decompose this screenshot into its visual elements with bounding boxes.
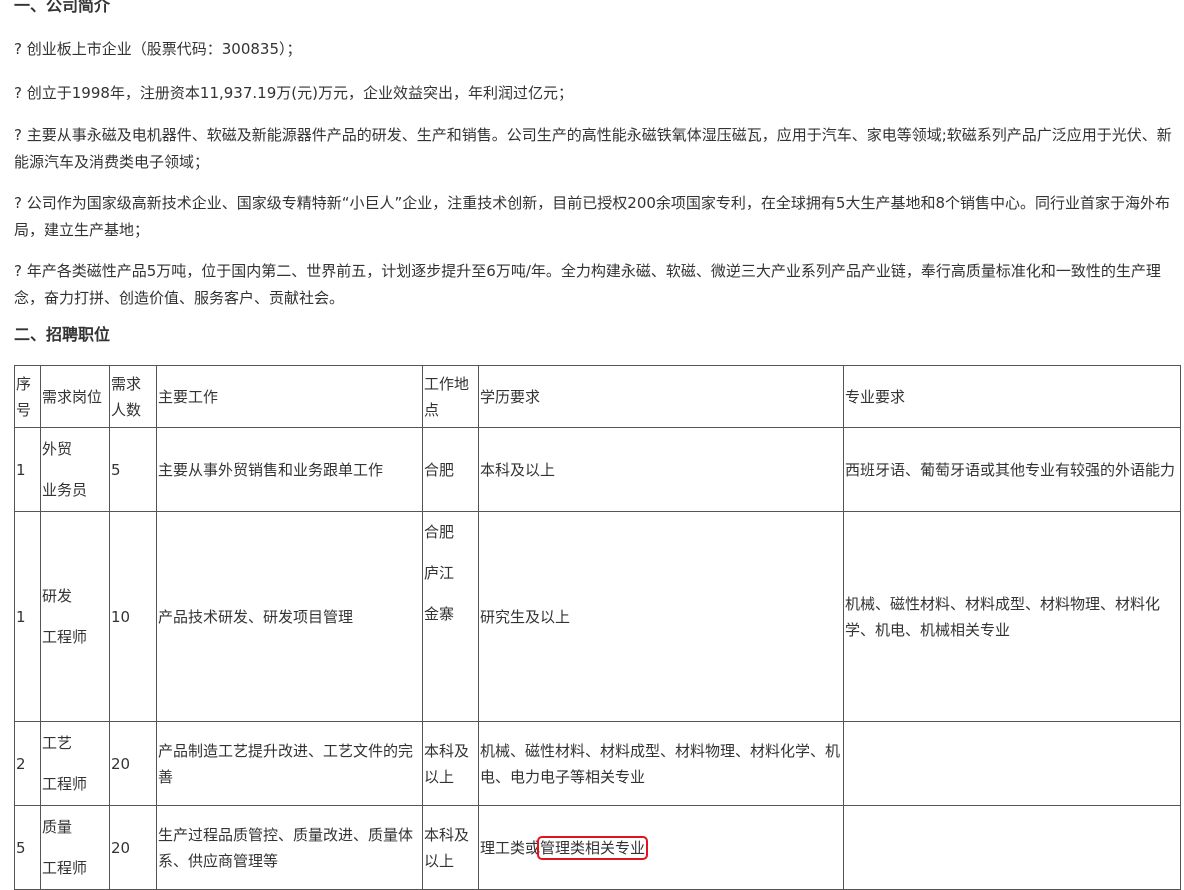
table-header-row: 序号 需求岗位 需求 人数 主要工作 工作地点 学历要求 专业要求 [14, 365, 1181, 428]
cell-seq: 1 [14, 511, 41, 722]
cell-education: 机械、磁性材料、材料成型、材料物理、材料化学、机电、电力电子等相关专业 [478, 721, 844, 806]
cell-education: 理工类或管理类相关专业 [478, 805, 844, 890]
cell-position: 研发 工程师 [40, 511, 110, 722]
company-intro-heading: 一、公司简介 [14, 0, 111, 15]
cell-seq: 5 [14, 805, 41, 890]
cell-education: 本科及以上 [478, 427, 844, 512]
table-row: 1 研发 工程师 10 产品技术研发、研发项目管理 合肥 庐江 金寨 研究生及以上 机… [14, 511, 1181, 722]
table-row: 5 质量 工程师 20 生产过程品质管控、质量改进、质量体系、供应商管理等 本科及… [14, 805, 1181, 890]
intro-paragraph: ? 创立于1998年，注册资本11,937.19万(元)万元，企业效益突出，年利… [14, 84, 573, 102]
cell-location: 合肥 [422, 427, 479, 512]
cell-count: 10 [109, 511, 157, 722]
intro-paragraph: ? 年产各类磁性产品5万吨，位于国内第二、世界前五，计划逐步提升至6万吨/年。全… [14, 262, 1161, 307]
header-count: 需求 人数 [109, 365, 157, 428]
cell-seq: 2 [14, 721, 41, 806]
header-duties: 主要工作 [156, 365, 423, 428]
cell-duties: 主要从事外贸销售和业务跟单工作 [156, 427, 423, 512]
cell-seq: 1 [14, 427, 41, 512]
cell-duties: 产品制造工艺提升改进、工艺文件的完善 [156, 721, 423, 806]
cell-duties: 生产过程品质管控、质量改进、质量体系、供应商管理等 [156, 805, 423, 890]
intro-paragraph: ? 创业板上市企业（股票代码：300835）； [14, 40, 302, 58]
header-location: 工作地点 [422, 365, 479, 428]
cell-count: 5 [109, 427, 157, 512]
cell-major: 机械、磁性材料、材料成型、材料物理、材料化学、机电、机械相关专业 [843, 511, 1181, 722]
cell-position: 质量 工程师 [40, 805, 110, 890]
intro-paragraph: ? 主要从事永磁及电机器件、软磁及新能源器件产品的研发、生产和销售。公司生产的高… [14, 126, 1172, 171]
header-major: 专业要求 [843, 365, 1181, 428]
header-position: 需求岗位 [40, 365, 110, 428]
intro-paragraph: ? 公司作为国家级高新技术企业、国家级专精特新“小巨人”企业，注重技术创新，目前… [14, 194, 1170, 239]
job-table: 序号 需求岗位 需求 人数 主要工作 工作地点 学历要求 专业要求 1 外贸 业务员… [14, 365, 1181, 890]
cell-major [843, 805, 1181, 890]
table-row: 1 外贸 业务员 5 主要从事外贸销售和业务跟单工作 合肥 本科及以上 西班牙语、… [14, 427, 1181, 512]
cell-location: 本科及 以上 [422, 805, 479, 890]
cell-count: 20 [109, 721, 157, 806]
cell-location: 本科及 以上 [422, 721, 479, 806]
highlighted-text: 管理类相关专业 [537, 835, 649, 860]
education-prefix: 理工类或 [480, 838, 541, 857]
header-education: 学历要求 [478, 365, 844, 428]
cell-location: 合肥 庐江 金寨 [422, 511, 479, 722]
cell-education: 研究生及以上 [478, 511, 844, 722]
cell-duties: 产品技术研发、研发项目管理 [156, 511, 423, 722]
table-row: 2 工艺 工程师 20 产品制造工艺提升改进、工艺文件的完善 本科及 以上 机械、磁… [14, 721, 1181, 806]
cell-position: 外贸 业务员 [40, 427, 110, 512]
cell-count: 20 [109, 805, 157, 890]
cell-major: 西班牙语、葡萄牙语或其他专业有较强的外语能力 [843, 427, 1181, 512]
header-seq: 序号 [14, 365, 41, 428]
cell-major [843, 721, 1181, 806]
recruitment-heading: 二、招聘职位 [14, 325, 111, 344]
cell-position: 工艺 工程师 [40, 721, 110, 806]
